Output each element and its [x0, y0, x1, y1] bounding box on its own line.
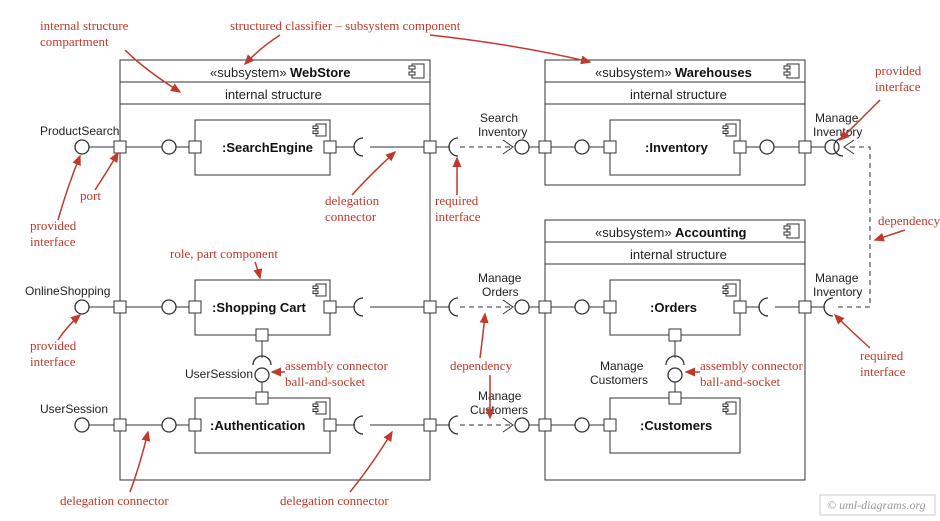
ann-structured-classifier: structured classifier – subsystem compon…	[230, 18, 590, 64]
svg-text:assembly connector: assembly connector	[285, 358, 389, 373]
svg-text:dependency: dependency	[450, 358, 513, 373]
ann-required2: required interface	[835, 315, 906, 379]
svg-text:Manage: Manage	[478, 389, 522, 403]
svg-text:Customers: Customers	[470, 403, 528, 417]
svg-text:required: required	[860, 348, 904, 363]
uml-component-diagram: «subsystem» WebStore internal structure …	[0, 0, 940, 521]
svg-text::Orders: :Orders	[650, 300, 697, 315]
svg-text:Customers: Customers	[590, 373, 648, 387]
svg-text:connector: connector	[325, 209, 377, 224]
svg-text::Shopping Cart: :Shopping Cart	[212, 300, 307, 315]
interface-onlineshopping: OnlineShopping	[25, 284, 114, 314]
svg-text:Orders: Orders	[482, 285, 519, 299]
svg-text:interface: interface	[875, 79, 921, 94]
svg-text:Manage: Manage	[815, 111, 859, 125]
svg-text:«subsystem»: «subsystem»	[210, 65, 287, 80]
svg-text:dependency: dependency	[878, 213, 940, 228]
ann-port: port	[80, 153, 118, 203]
svg-text:interface: interface	[435, 209, 481, 224]
svg-text:Accounting: Accounting	[675, 225, 747, 240]
svg-text:port: port	[80, 188, 101, 203]
svg-text:UserSession: UserSession	[185, 367, 253, 381]
dependency-searchinventory: Search Inventory	[460, 111, 539, 154]
svg-text:provided: provided	[30, 218, 77, 233]
part-customers: :Customers	[604, 392, 740, 453]
label-searchinventory: Search	[480, 111, 518, 125]
svg-text:Inventory: Inventory	[478, 125, 527, 139]
svg-text:ball-and-socket: ball-and-socket	[700, 374, 781, 389]
svg-text:structured classifier – subsys: structured classifier – subsystem compon…	[230, 18, 461, 33]
svg-text:assembly connector: assembly connector	[700, 358, 804, 373]
svg-text:internal structure: internal structure	[225, 87, 322, 102]
svg-text:delegation connector: delegation connector	[60, 493, 169, 508]
svg-text:provided: provided	[875, 63, 922, 78]
copyright: © uml-diagrams.org	[827, 498, 926, 512]
ann-provided-ml: provided interface	[30, 315, 80, 369]
interface-usersession: UserSession	[40, 402, 114, 432]
part-inventory: :Inventory	[604, 120, 746, 175]
svg-text:ball-and-socket: ball-and-socket	[285, 374, 366, 389]
svg-text:«subsystem»: «subsystem»	[595, 225, 672, 240]
label-manageinventory2: Manage Inventory	[813, 271, 862, 299]
part-shoppingcart: :Shopping Cart	[189, 280, 336, 341]
svg-text:internal structure: internal structure	[630, 247, 727, 262]
svg-text::Inventory: :Inventory	[645, 140, 709, 155]
ann-provided-bl: provided interface	[30, 156, 80, 249]
interface-productsearch: ProductSearch	[40, 124, 119, 154]
svg-text:Manage: Manage	[478, 271, 522, 285]
svg-text:OnlineShopping: OnlineShopping	[25, 284, 110, 298]
part-authentication: :Authentication	[189, 392, 336, 453]
part-searchengine: :SearchEngine	[189, 120, 336, 175]
svg-text:UserSession: UserSession	[40, 402, 108, 416]
svg-text:WebStore: WebStore	[290, 65, 350, 80]
svg-text:Inventory: Inventory	[813, 285, 862, 299]
svg-text:internal structure: internal structure	[40, 18, 129, 33]
part-orders: :Orders	[604, 280, 746, 341]
ann-provided-tr: provided interface	[840, 63, 922, 140]
dependency-managecustomers: Manage Customers	[460, 389, 539, 432]
svg-text:provided: provided	[30, 338, 77, 353]
svg-text::Authentication: :Authentication	[210, 418, 305, 433]
ann-dependency2: dependency	[875, 213, 940, 240]
svg-text:Inventory: Inventory	[813, 125, 862, 139]
svg-text:interface: interface	[860, 364, 906, 379]
dependency-manageorders: Manage Orders	[460, 271, 539, 314]
svg-text:delegation connector: delegation connector	[280, 493, 389, 508]
svg-text:ProductSearch: ProductSearch	[40, 124, 119, 138]
svg-text::Customers: :Customers	[640, 418, 712, 433]
svg-text:interface: interface	[30, 354, 76, 369]
svg-text:interface: interface	[30, 234, 76, 249]
svg-text:role, part component: role, part component	[170, 246, 278, 261]
svg-text:«subsystem»: «subsystem»	[595, 65, 672, 80]
svg-text:Warehouses: Warehouses	[675, 65, 752, 80]
svg-text:internal structure: internal structure	[630, 87, 727, 102]
svg-text:Manage: Manage	[600, 359, 644, 373]
svg-text:required: required	[435, 193, 479, 208]
ann-required1: required interface	[435, 158, 481, 224]
svg-text:Manage: Manage	[815, 271, 859, 285]
svg-text::SearchEngine: :SearchEngine	[222, 140, 313, 155]
svg-text:compartment: compartment	[40, 34, 109, 49]
